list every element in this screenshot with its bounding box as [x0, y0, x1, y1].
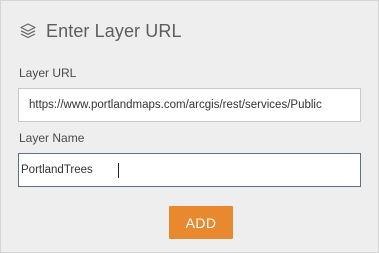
layer-url-input[interactable] [18, 88, 361, 122]
layers-icon [20, 23, 36, 39]
panel-header: Enter Layer URL [19, 19, 182, 43]
add-layer-panel: Enter Layer URL Layer URL Layer Name ADD [0, 0, 379, 253]
text-cursor [118, 163, 119, 178]
layer-url-label: Layer URL [19, 66, 77, 80]
layer-name-label: Layer Name [19, 131, 85, 145]
add-button[interactable]: ADD [169, 206, 233, 239]
panel-title: Enter Layer URL [46, 20, 182, 41]
layer-name-input[interactable] [18, 153, 361, 187]
